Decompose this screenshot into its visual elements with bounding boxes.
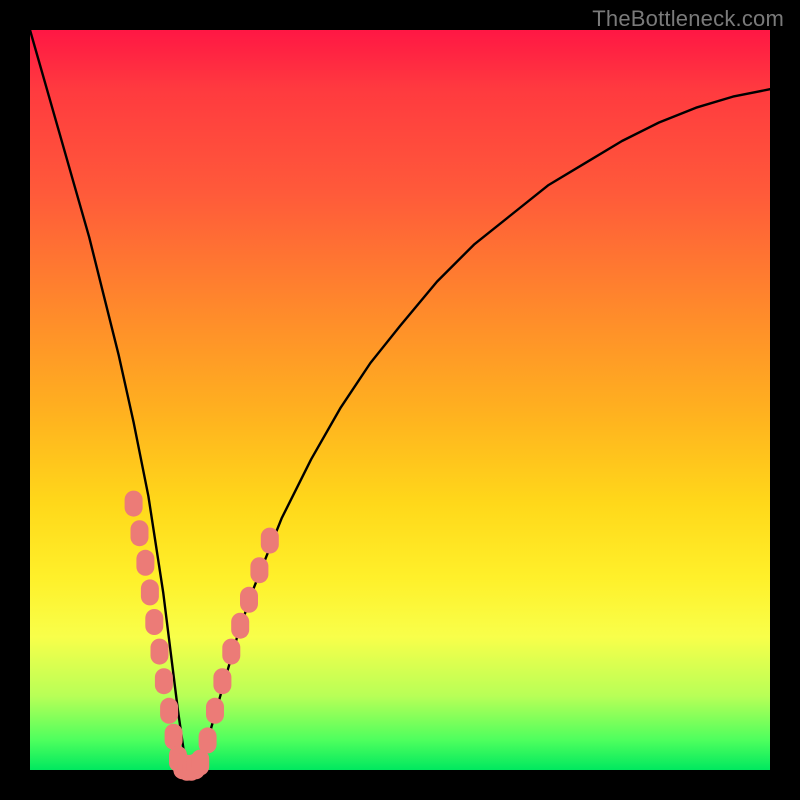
data-marker <box>213 668 231 694</box>
data-marker <box>222 639 240 665</box>
bottleneck-curve-path <box>30 30 770 770</box>
watermark-label: TheBottleneck.com <box>592 6 784 32</box>
chart-frame: TheBottleneck.com <box>0 0 800 800</box>
data-marker <box>160 698 178 724</box>
data-marker <box>240 587 258 613</box>
data-marker <box>131 520 149 546</box>
data-marker <box>191 750 209 776</box>
plot-area <box>30 30 770 770</box>
chart-svg <box>30 30 770 770</box>
data-marker <box>151 639 169 665</box>
data-marker <box>125 491 143 517</box>
data-marker <box>206 698 224 724</box>
data-marker <box>155 668 173 694</box>
data-marker <box>145 609 163 635</box>
data-marker <box>199 727 217 753</box>
data-marker <box>261 528 279 554</box>
data-marker <box>141 579 159 605</box>
data-marker <box>231 613 249 639</box>
curve-layer <box>30 30 770 770</box>
data-marker <box>165 724 183 750</box>
marker-layer <box>125 491 279 781</box>
data-marker <box>136 550 154 576</box>
data-marker <box>250 557 268 583</box>
